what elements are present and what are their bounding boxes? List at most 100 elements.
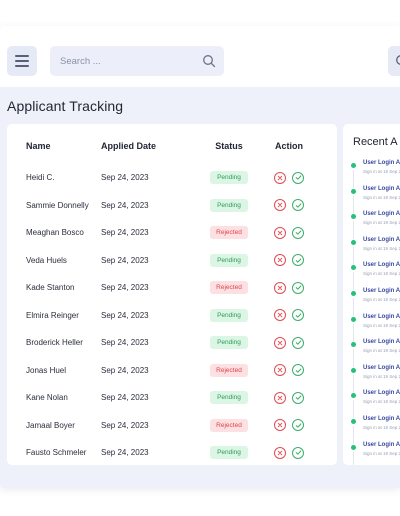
check-circle-icon[interactable] (292, 419, 304, 432)
status-cell: Rejected (193, 412, 265, 440)
table-row[interactable]: Veda Huels Sep 24, 2023 Pending (7, 247, 337, 275)
activity-dot (351, 163, 356, 168)
applicant-name: Meaghan Bosco (26, 228, 84, 238)
activity-dot (351, 367, 356, 373)
activity-title: User Login Ac (363, 339, 400, 346)
activity-item[interactable]: User Login Ac Sign in at 19 Sep 2 (351, 211, 400, 240)
x-circle-icon[interactable] (274, 281, 286, 294)
x-circle-icon[interactable] (274, 226, 286, 239)
x-circle-icon[interactable] (274, 309, 286, 322)
applied-date: Sep 24, 2023 (101, 255, 149, 265)
x-circle-icon[interactable] (274, 199, 286, 212)
applicant-name: Broderick Heller (26, 338, 83, 348)
check-circle-icon[interactable] (292, 391, 304, 404)
activity-item[interactable]: User Login Ac Sign in at 19 Sep 2 (351, 262, 400, 291)
table-row[interactable]: Fausto Schmeler Sep 24, 2023 Pending (7, 439, 337, 467)
activity-title: User Login Ac (363, 236, 400, 243)
activity-item[interactable]: User Login Ac Sign in at 19 Sep 2 (351, 236, 400, 265)
search-box (50, 46, 224, 76)
activity-item[interactable]: User Login Ac Sign in at 19 Sep 2 (351, 442, 400, 465)
applied-date: Sep 24, 2023 (101, 228, 149, 238)
check-circle-icon[interactable] (292, 364, 304, 377)
activity-item[interactable]: User Login Ac Sign in at 19 Sep 2 (351, 314, 400, 342)
activity-subtitle: Sign in at 19 Sep 2 (363, 399, 400, 405)
table-row[interactable]: Elmira Reinger Sep 24, 2023 Pending (7, 302, 337, 330)
applicant-table-card: Name Applied Date Status Action Heidi C.… (7, 124, 337, 465)
header-search-button[interactable] (388, 46, 400, 76)
page-title: Applicant Tracking (7, 98, 124, 114)
x-circle-icon[interactable] (274, 419, 286, 432)
menu-button[interactable] (7, 46, 37, 76)
check-circle-icon[interactable] (292, 336, 304, 349)
x-circle-icon[interactable] (274, 391, 286, 404)
applied-date: Sep 24, 2023 (101, 173, 149, 183)
check-circle-icon[interactable] (292, 446, 304, 459)
activity-dot (351, 444, 356, 450)
applicant-name: Heidi C. (26, 173, 55, 183)
activity-item[interactable]: User Login Ac Sign in at 19 Sep 2 (351, 416, 400, 444)
table-header-row: Name Applied Date Status Action (7, 124, 337, 164)
activity-item[interactable]: User Login Ac Sign in at 19 Sep 2 (351, 186, 400, 214)
activity-subtitle: Sign in at 19 Sep 2 (363, 450, 400, 456)
table-row[interactable]: Broderick Heller Sep 24, 2023 Pending (7, 329, 337, 357)
applied-date: Sep 24, 2023 (101, 310, 149, 320)
activity-dot (351, 342, 356, 348)
timeline-line (353, 451, 354, 465)
status-cell: Pending (193, 247, 265, 275)
status-cell: Rejected (193, 357, 265, 385)
status-cell: Rejected (193, 274, 265, 302)
check-circle-icon[interactable] (292, 254, 304, 267)
activity-dot (351, 214, 356, 220)
column-header-status[interactable]: Status (193, 124, 265, 164)
table-row[interactable]: Jamaal Boyer Sep 24, 2023 Rejected (7, 412, 337, 440)
applied-date: Sep 24, 2023 (101, 365, 149, 375)
action-cell (265, 384, 337, 412)
table-row[interactable]: Heidi C. Sep 24, 2023 Pending (7, 164, 337, 192)
table-row[interactable]: Sammie Donnelly Sep 24, 2023 Pending (7, 192, 337, 220)
check-circle-icon[interactable] (292, 171, 304, 184)
status-badge: Rejected (210, 226, 248, 240)
x-circle-icon[interactable] (274, 254, 286, 267)
search-input[interactable] (50, 46, 198, 76)
status-cell: Pending (193, 384, 265, 412)
action-cell (265, 439, 337, 467)
x-circle-icon[interactable] (274, 171, 286, 184)
status-cell: Rejected (193, 219, 265, 247)
activity-item[interactable]: User Login Ac Sign in at 19 Sep 2 (351, 364, 400, 393)
x-circle-icon[interactable] (274, 336, 286, 349)
action-cell (265, 412, 337, 440)
status-badge: Rejected (210, 281, 248, 295)
status-cell: Pending (193, 329, 265, 357)
activity-list: User Login Ac Sign in at 19 Sep 2 User L… (351, 160, 400, 465)
activity-item[interactable]: User Login Ac Sign in at 19 Sep 2 (351, 390, 400, 419)
activity-dot (351, 239, 356, 245)
x-circle-icon[interactable] (274, 446, 286, 459)
applicant-name: Jonas Huel (26, 365, 67, 375)
table-row[interactable]: Meaghan Bosco Sep 24, 2023 Rejected (7, 219, 337, 247)
check-circle-icon[interactable] (292, 226, 304, 239)
activity-item[interactable]: User Login Ac Sign in at 19 Sep 2 (351, 160, 400, 188)
activity-item[interactable]: User Login Ac Sign in at 19 Sep 2 (351, 339, 400, 368)
status-badge: Pending (210, 253, 248, 267)
activity-item[interactable]: User Login Ac Sign in at 19 Sep 2 (351, 288, 400, 316)
check-circle-icon[interactable] (292, 199, 304, 212)
top-bar (0, 26, 400, 87)
table-row[interactable]: Kane Nolan Sep 24, 2023 Pending (7, 384, 337, 412)
applicant-name: Jamaal Boyer (26, 420, 75, 430)
check-circle-icon[interactable] (292, 281, 304, 294)
table-row[interactable]: Jonas Huel Sep 24, 2023 Rejected (7, 357, 337, 385)
applied-date: Sep 24, 2023 (101, 420, 149, 430)
activity-title: User Login Ac (363, 364, 400, 371)
table-row[interactable]: Kade Stanton Sep 24, 2023 Rejected (7, 274, 337, 302)
applied-date: Sep 24, 2023 (101, 338, 149, 348)
column-header-name[interactable]: Name (7, 124, 101, 164)
activity-dot (351, 393, 356, 399)
check-circle-icon[interactable] (292, 309, 304, 322)
action-cell (265, 274, 337, 302)
search-icon[interactable] (202, 54, 216, 68)
x-circle-icon[interactable] (274, 364, 286, 377)
hamburger-menu-icon (15, 55, 29, 67)
activity-title: User Login Ac (363, 211, 400, 218)
search-icon (396, 55, 400, 65)
column-header-applied-date[interactable]: Applied Date (101, 124, 193, 164)
